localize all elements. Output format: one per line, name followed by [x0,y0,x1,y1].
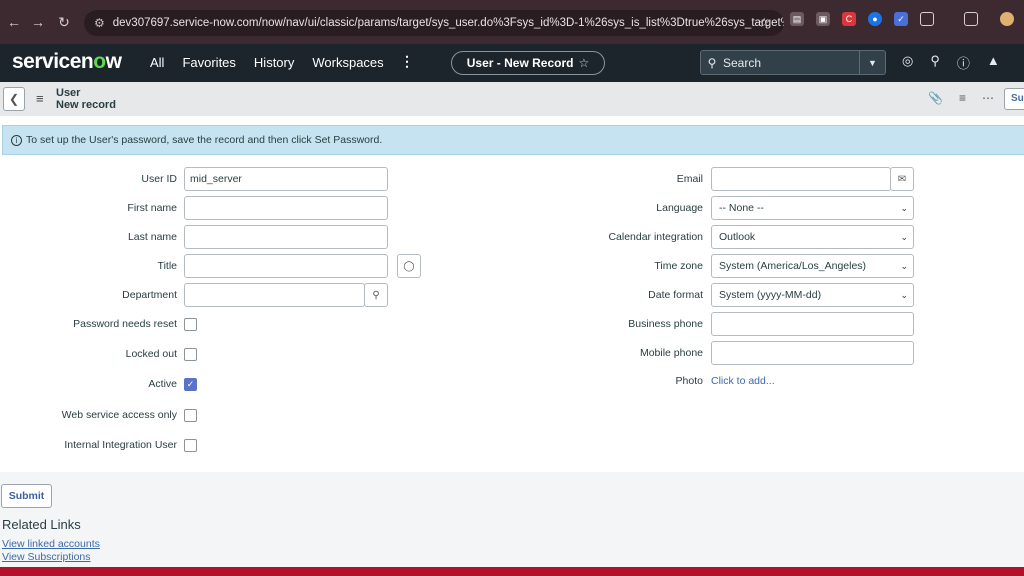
profile-avatar[interactable] [1000,12,1014,26]
date-format-label: Date format [648,289,703,301]
extensions-row: ▤ ▣ C ● ✓ [790,12,1014,26]
main-menu: All Favorites History Workspaces [150,55,384,70]
bookmark-star-icon[interactable]: ☆ [758,15,770,31]
info-message-text: To set up the User's password, save the … [26,134,383,146]
time-zone-select[interactable]: System (America/Los_Angeles) ⌄ [711,254,914,278]
info-message-banner: i To set up the User's password, save th… [2,125,1024,155]
servicenow-logo[interactable]: servicenow [12,50,122,74]
user-id-field[interactable]: mid_server [184,167,388,191]
department-label: Department [122,289,177,301]
chevron-down-icon: ⌄ [900,232,908,242]
context-menu-icon[interactable]: ≡ [36,91,44,106]
locked-out-checkbox[interactable] [184,348,197,361]
active-label: Active [148,378,177,390]
business-phone-label: Business phone [628,318,703,330]
search-icon: ⚲ [707,55,717,70]
photo-label: Photo [675,375,703,387]
web-service-access-label: Web service access only [61,409,177,421]
more-options-icon[interactable]: ⋯ [982,91,994,105]
date-format-select[interactable]: System (yyyy-MM-dd) ⌄ [711,283,914,307]
extension-doc-icon[interactable]: ▤ [790,12,804,26]
chevron-down-icon: ⌄ [900,290,908,300]
photo-add-link[interactable]: Click to add... [711,375,775,387]
forward-arrow-icon[interactable]: → [26,10,50,34]
submit-button[interactable]: Submit [1,484,52,508]
back-arrow-icon[interactable]: ← [2,10,26,34]
form-table-name: User [56,87,81,99]
personalize-icon[interactable]: ≡ [959,91,966,105]
first-name-label: First name [127,202,177,214]
favorite-star-icon[interactable]: ☆ [578,56,589,70]
menu-history[interactable]: History [254,55,294,70]
last-name-label: Last name [127,231,177,243]
extension-shield-icon[interactable]: ✓ [894,12,908,26]
chat-icon[interactable]: ⚲ [930,53,940,72]
menu-all[interactable]: All [150,55,164,70]
info-icon: i [11,134,22,146]
menu-workspaces[interactable]: Workspaces [312,55,383,70]
mobile-phone-field[interactable] [711,341,914,365]
reload-icon[interactable]: ↻ [52,10,76,34]
internal-integration-label: Internal Integration User [64,439,177,451]
web-service-access-checkbox[interactable] [184,409,197,422]
notification-bell-icon[interactable]: ▲ [987,53,1000,72]
global-search-input[interactable]: ⚲ Search ▼ [700,50,886,75]
form-title: User New record [56,87,116,111]
extension-blue-icon[interactable]: ● [868,12,882,26]
title-field[interactable] [184,254,388,278]
browser-toolbar: ← → ↻ ⚙ dev307697.service-now.com/now/na… [0,0,1024,44]
side-panel-icon[interactable] [964,12,978,26]
business-phone-field[interactable] [711,312,914,336]
form-header: ❮ ≡ User New record 📎 ≡ ⋯ Submit [0,82,1024,116]
extensions-puzzle-icon[interactable] [920,12,934,26]
extension-red-icon[interactable]: C [842,12,856,26]
form-record-state: New record [56,99,116,111]
extension-game-icon[interactable]: ▣ [816,12,830,26]
chevron-down-icon: ⌄ [900,203,908,213]
calendar-integration-label: Calendar integration [608,231,703,243]
header-icons: ◎ ⚲ ⓘ ▲ [902,53,1000,72]
address-bar[interactable]: ⚙ dev307697.service-now.com/now/nav/ui/c… [84,10,784,36]
email-field[interactable] [711,167,891,191]
form-header-icons: 📎 ≡ ⋯ [928,91,994,105]
mobile-phone-label: Mobile phone [639,347,703,359]
first-name-field[interactable] [184,196,388,220]
more-menu-icon[interactable]: ⋮ [400,53,414,70]
calendar-integration-select[interactable]: Outlook ⌄ [711,225,914,249]
globe-icon[interactable]: ◎ [902,53,913,72]
help-icon[interactable]: ⓘ [957,53,970,72]
menu-favorites[interactable]: Favorites [182,55,235,70]
lightbulb-icon[interactable]: ◯ [397,254,421,278]
search-scope-dropdown[interactable]: ▼ [859,51,885,74]
back-button[interactable]: ❮ [3,87,25,111]
site-settings-icon[interactable]: ⚙ [94,16,105,30]
department-field[interactable] [184,283,365,307]
internal-integration-checkbox[interactable] [184,439,197,452]
user-id-label: User ID [141,173,177,185]
department-lookup-search-icon[interactable]: ⚲ [364,283,388,307]
last-name-field[interactable] [184,225,388,249]
time-zone-label: Time zone [654,260,703,272]
header-submit-button[interactable]: Submit [1004,88,1024,110]
language-label: Language [656,202,703,214]
view-linked-accounts-link[interactable]: View linked accounts [2,538,100,550]
related-links-title: Related Links [2,517,81,532]
attachment-icon[interactable]: 📎 [928,91,943,105]
record-context-pill[interactable]: User - New Record ☆ [451,51,605,75]
active-checkbox[interactable]: ✓ [184,378,197,391]
title-label: Title [157,260,177,272]
bottom-strip [0,567,1024,576]
password-needs-reset-checkbox[interactable] [184,318,197,331]
locked-out-label: Locked out [125,348,177,360]
form-footer-area [0,472,1024,568]
view-subscriptions-link[interactable]: View Subscriptions [2,551,91,563]
password-needs-reset-label: Password needs reset [73,318,177,330]
email-label: Email [676,173,703,185]
url-text: dev307697.service-now.com/now/nav/ui/cla… [112,17,784,29]
language-select[interactable]: -- None -- ⌄ [711,196,914,220]
email-envelope-icon[interactable]: ✉ [890,167,914,191]
chevron-down-icon: ⌄ [900,261,908,271]
